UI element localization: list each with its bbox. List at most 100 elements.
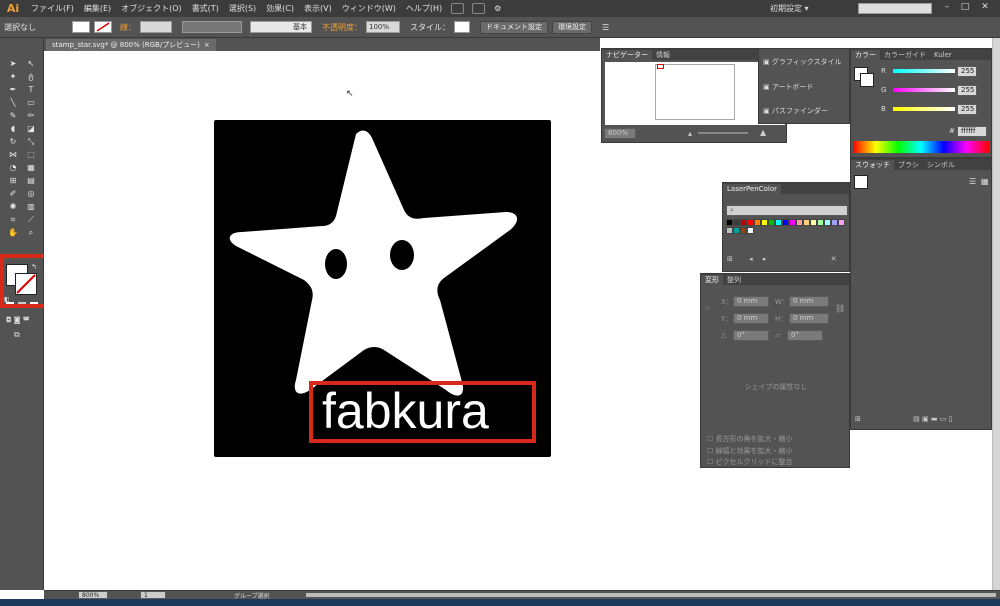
laser-swatch[interactable] — [810, 219, 817, 226]
opacity-field[interactable]: 100% — [366, 21, 400, 33]
draw-mode-icon[interactable]: ◘ ◙ ◚ — [6, 316, 36, 324]
vertical-scrollbar[interactable] — [992, 38, 1000, 590]
laser-swatch[interactable] — [782, 219, 789, 226]
hand-tool-icon[interactable]: ✋ — [6, 227, 20, 238]
swatch-library-icon[interactable]: ⊞ — [855, 415, 861, 423]
tab-laser-pen-color[interactable]: LaserPenColor — [723, 184, 782, 194]
w-field[interactable]: 0 mm — [789, 296, 829, 307]
preferences-button[interactable]: 環境設定 — [552, 20, 592, 34]
color-stroke-swatch[interactable] — [860, 73, 874, 87]
maximize-button[interactable]: □ — [958, 2, 972, 14]
stroke-label[interactable]: 線： — [116, 22, 140, 33]
magic-wand-tool-icon[interactable]: ✦ — [6, 71, 20, 82]
shape-builder-tool-icon[interactable]: ◔ — [6, 162, 20, 173]
laser-swatch[interactable] — [740, 227, 747, 234]
gpu-icon[interactable]: ⚙ — [489, 4, 506, 13]
laser-swatch[interactable] — [747, 227, 754, 234]
bridge-icon[interactable] — [451, 3, 465, 14]
tab-brushes[interactable]: ブラシ — [894, 160, 923, 170]
graphic-styles-panel-button[interactable]: ▣ グラフィックスタイル — [763, 57, 842, 67]
h-field[interactable]: 0 mm — [789, 313, 829, 324]
mesh-tool-icon[interactable]: ⊞ — [6, 175, 20, 186]
laser-swatch[interactable] — [726, 227, 733, 234]
laser-swatch[interactable] — [740, 219, 747, 226]
g-channel-slider[interactable] — [893, 88, 955, 92]
document-tab[interactable]: stamp_star.svg* @ 800% (RGB/プレビュー) × — [46, 39, 216, 51]
g-channel-field[interactable]: 255 — [957, 85, 977, 96]
stroke-swatch[interactable] — [94, 21, 112, 33]
symbol-sprayer-tool-icon[interactable]: ✺ — [6, 201, 20, 212]
lasso-tool-icon[interactable]: ტ — [24, 71, 38, 82]
shear-field[interactable]: 0° — [787, 330, 823, 341]
menu-select[interactable]: 選択(S) — [224, 3, 261, 14]
prev-library-icon[interactable]: ◂ — [749, 255, 753, 263]
width-tool-icon[interactable]: ⋈ — [6, 149, 20, 160]
swatch-fill-preview[interactable] — [854, 175, 868, 189]
scale-tool-icon[interactable]: ⤡ — [24, 136, 38, 147]
rectangle-tool-icon[interactable]: ▭ — [24, 97, 38, 108]
status-zoom-field[interactable]: 800% — [78, 591, 108, 599]
b-channel-field[interactable]: 255 — [957, 104, 977, 115]
color-spectrum[interactable] — [853, 141, 989, 153]
tab-kuler[interactable]: Kuler — [930, 50, 956, 60]
menu-effect[interactable]: 効果(C) — [261, 3, 299, 14]
laser-swatch[interactable] — [768, 219, 775, 226]
tab-color[interactable]: カラー — [851, 50, 880, 60]
new-swatch-icon[interactable]: ▭ — [940, 415, 947, 423]
laser-panel-close-icon[interactable]: ✕ — [831, 255, 837, 263]
rotate-tool-icon[interactable]: ↻ — [6, 136, 20, 147]
arrange-docs-icon[interactable] — [472, 3, 486, 14]
swatch-options-icon[interactable]: ▤ — [913, 415, 920, 423]
navigator-zoom-field[interactable]: 800% — [604, 128, 636, 139]
line-tool-icon[interactable]: ╲ — [6, 97, 20, 108]
laser-swatch[interactable] — [754, 219, 761, 226]
brush-select[interactable]: 基本 — [250, 21, 312, 33]
laser-swatch[interactable] — [817, 219, 824, 226]
laser-swatch[interactable] — [824, 219, 831, 226]
pathfinder-panel-button[interactable]: ▣ パスファインダー — [763, 106, 828, 116]
y-field[interactable]: 0 mm — [733, 313, 769, 324]
tab-info[interactable]: 情報 — [652, 50, 674, 60]
laser-swatch[interactable] — [831, 219, 838, 226]
tab-swatches[interactable]: スウォッチ — [851, 160, 894, 170]
gradient-tool-icon[interactable]: ▤ — [24, 175, 38, 186]
artboards-panel-button[interactable]: ▣ アートボード — [763, 82, 813, 92]
stroke-weight-field[interactable] — [140, 21, 172, 33]
perspective-grid-tool-icon[interactable]: ▦ — [24, 162, 38, 173]
r-channel-slider[interactable] — [893, 69, 955, 73]
menu-type[interactable]: 書式(T) — [187, 3, 224, 14]
zoom-slider[interactable] — [698, 132, 748, 134]
document-settings-button[interactable]: ドキュメント設定 — [480, 20, 548, 34]
laser-swatch[interactable] — [733, 219, 740, 226]
paintbrush-tool-icon[interactable]: ✎ — [6, 110, 20, 121]
laser-swatch[interactable] — [796, 219, 803, 226]
pixel-grid-checkbox[interactable]: ☐ ピクセルグリッドに整合 — [707, 457, 793, 467]
variable-width-select[interactable] — [182, 21, 242, 33]
list-view-icon[interactable]: ☰ — [969, 177, 976, 186]
slice-tool-icon[interactable]: ⟋ — [24, 214, 38, 225]
close-button[interactable]: ✕ — [978, 2, 992, 14]
laser-swatch[interactable] — [789, 219, 796, 226]
laser-swatch[interactable] — [726, 219, 733, 226]
menu-file[interactable]: ファイル(F) — [26, 3, 79, 14]
scale-corners-checkbox[interactable]: ☐ 長方形の角を拡大・縮小 — [707, 434, 793, 444]
tab-transform[interactable]: 変形 — [701, 275, 723, 285]
help-search-input[interactable] — [858, 3, 932, 14]
menu-view[interactable]: 表示(V) — [299, 3, 337, 14]
eraser-tool-icon[interactable]: ◪ — [24, 123, 38, 134]
pen-tool-icon[interactable]: ✒ — [6, 84, 20, 95]
menu-edit[interactable]: 編集(E) — [79, 3, 116, 14]
new-folder-icon[interactable]: ▬ — [931, 415, 938, 423]
zoom-out-icon[interactable]: ▴ — [688, 129, 692, 138]
navigator-view-box[interactable] — [657, 64, 664, 69]
thumbnail-view-icon[interactable]: ▦ — [981, 177, 989, 186]
pencil-tool-icon[interactable]: ✏ — [24, 110, 38, 121]
selection-tool-icon[interactable]: ➤ — [6, 58, 20, 69]
eyedropper-tool-icon[interactable]: ✐ — [6, 188, 20, 199]
tab-align[interactable]: 整列 — [723, 275, 745, 285]
laser-swatch[interactable] — [747, 219, 754, 226]
column-graph-tool-icon[interactable]: ▥ — [24, 201, 38, 212]
opacity-label[interactable]: 不透明度： — [318, 22, 366, 33]
horizontal-scrollbar[interactable] — [306, 593, 996, 597]
screen-mode-icon[interactable]: ⧉ — [14, 330, 28, 340]
